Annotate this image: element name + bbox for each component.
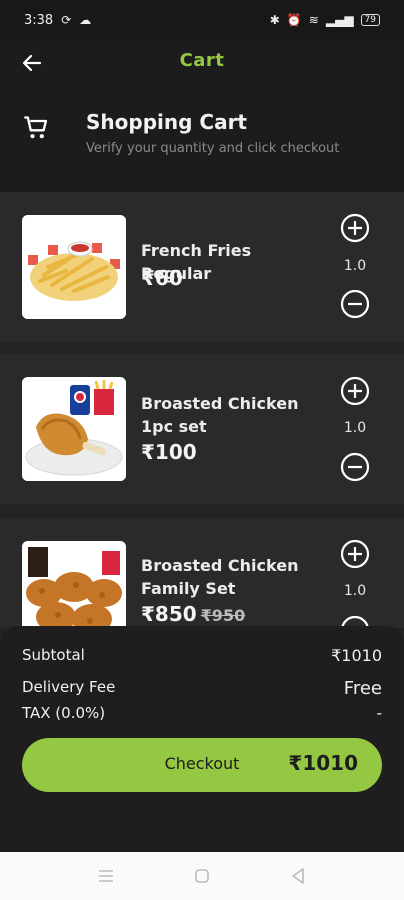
sync-icon: ⟳ xyxy=(61,13,72,27)
cart-header: Shopping Cart Verify your quantity and c… xyxy=(0,86,404,192)
item-price: ₹850 xyxy=(141,602,197,626)
tax-row: TAX (0.0%) - xyxy=(22,704,382,722)
subtotal-label: Subtotal xyxy=(22,646,85,664)
wifi-icon: ≋ xyxy=(308,13,319,27)
item-image-fries xyxy=(22,215,126,319)
cart-item: Broasted Chicken 1pc set ₹100 1.0 xyxy=(0,354,404,504)
system-nav-bar xyxy=(0,852,404,900)
item-name: Broasted Chicken Family Set xyxy=(141,556,299,598)
home-icon[interactable] xyxy=(192,866,212,886)
battery-level: 79 xyxy=(364,15,376,25)
cart-icon xyxy=(24,116,48,139)
minus-icon[interactable] xyxy=(340,289,370,319)
status-time: 3:38 xyxy=(24,12,54,28)
page-title: Cart xyxy=(179,50,225,71)
tax-value: - xyxy=(376,704,382,722)
app-bar: Cart xyxy=(0,40,404,86)
item-name: Broasted Chicken 1pc set xyxy=(141,394,299,436)
checkout-button[interactable]: Checkout ₹1010 xyxy=(22,738,382,792)
back-icon[interactable] xyxy=(288,866,308,886)
item-price-row: ₹850 ₹950 xyxy=(141,602,245,626)
subtotal-value: ₹1010 xyxy=(331,646,382,665)
header-title: Shopping Cart xyxy=(86,110,247,134)
delivery-fee-row: Delivery Fee Free xyxy=(22,678,382,699)
item-old-price: ₹950 xyxy=(200,606,246,625)
delivery-fee-label: Delivery Fee xyxy=(22,678,116,696)
plus-icon[interactable] xyxy=(340,376,370,406)
status-bar: 3:38 ⟳ ☁ ✱ ⏰ ≋ ▂▄▆ 79 xyxy=(0,0,404,40)
item-image-family-set xyxy=(22,541,126,628)
item-price: ₹100 xyxy=(141,440,197,464)
delivery-fee-value: Free xyxy=(343,678,382,699)
cloud-icon: ☁ xyxy=(79,13,92,27)
minus-icon[interactable] xyxy=(340,452,370,482)
item-quantity: 1.0 xyxy=(343,420,367,436)
plus-icon[interactable] xyxy=(340,539,370,569)
bluetooth-icon: ✱ xyxy=(269,13,280,27)
header-subtitle: Verify your quantity and click checkout xyxy=(86,141,340,156)
item-quantity: 1.0 xyxy=(343,258,367,274)
subtotal-row: Subtotal ₹1010 xyxy=(22,646,382,665)
item-image-chicken-set xyxy=(22,377,126,481)
tax-label: TAX (0.0%) xyxy=(22,704,106,722)
cart-item: French Fries Regular ₹60 1.0 xyxy=(0,192,404,342)
battery-icon: 79 xyxy=(360,14,380,26)
checkout-amount: ₹1010 xyxy=(288,751,358,775)
order-summary: Subtotal ₹1010 Delivery Fee Free TAX (0.… xyxy=(0,626,404,852)
menu-icon[interactable] xyxy=(96,866,116,886)
item-quantity: 1.0 xyxy=(343,583,367,599)
item-price: ₹60 xyxy=(141,266,183,290)
plus-icon[interactable] xyxy=(340,213,370,243)
signal-icon: ▂▄▆ xyxy=(325,13,354,27)
alarm-icon: ⏰ xyxy=(286,13,302,27)
cart-item: Broasted Chicken Family Set ₹850 ₹950 1.0 xyxy=(0,518,404,628)
